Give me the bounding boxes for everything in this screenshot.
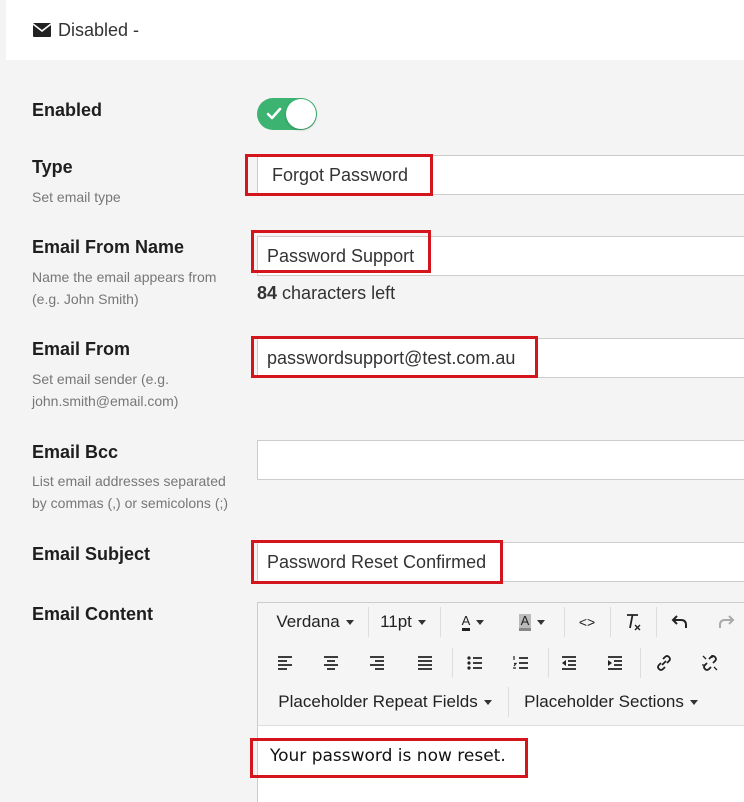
align-right-icon (370, 656, 384, 670)
align-justify-icon (418, 656, 432, 670)
email-from-help-2: john.smith@email.com) (32, 393, 179, 409)
toggle-knob (286, 99, 316, 129)
email-bcc-input[interactable] (257, 440, 744, 480)
unlink-icon (702, 655, 718, 671)
email-bcc-label: Email Bcc (32, 442, 119, 462)
from-name-input[interactable]: Password Support (257, 236, 744, 276)
remove-link-button[interactable] (690, 646, 730, 680)
editor-content-area[interactable]: Your password is now reset. (258, 726, 744, 802)
chevron-down-icon (689, 699, 698, 705)
text-color-button[interactable]: A (448, 605, 498, 639)
undo-button[interactable] (660, 605, 700, 639)
envelope-icon (33, 23, 51, 37)
email-from-value: passwordsupport@test.com.au (267, 347, 516, 368)
chevron-down-icon (483, 699, 492, 705)
subject-input[interactable]: Password Reset Confirmed (257, 542, 744, 582)
chars-left-counter: 84 characters left (257, 283, 395, 304)
bullet-list-button[interactable] (456, 646, 494, 680)
chevron-down-icon (345, 619, 354, 625)
email-from-label: Email From (32, 339, 131, 359)
enabled-label: Enabled (32, 100, 103, 120)
from-name-help-1: Name the email appears from (32, 269, 217, 285)
indent-icon (608, 656, 622, 670)
placeholder-sections-dropdown[interactable]: Placeholder Sections (514, 685, 708, 719)
align-center-icon (324, 656, 338, 670)
email-bcc-help-2: by commas (,) or semicolons (;) (32, 495, 229, 511)
placeholder-repeat-fields-dropdown[interactable]: Placeholder Repeat Fields (266, 685, 504, 719)
clear-format-button[interactable] (614, 605, 652, 639)
undo-icon (671, 615, 687, 628)
clear-format-icon (627, 614, 641, 631)
redo-button[interactable] (706, 605, 744, 639)
align-justify-button[interactable] (406, 646, 444, 680)
source-code-button[interactable]: <> (568, 605, 606, 639)
email-from-input[interactable]: passwordsupport@test.com.au (257, 338, 744, 378)
type-select[interactable]: Forgot Password (257, 155, 744, 195)
align-left-icon (278, 656, 292, 670)
chevron-down-icon (417, 619, 426, 625)
bullet-list-icon (467, 656, 482, 670)
font-size-select[interactable]: 11pt (372, 605, 434, 639)
numbered-list-button[interactable] (502, 646, 540, 680)
outdent-button[interactable] (550, 646, 588, 680)
link-icon (657, 655, 671, 671)
font-family-value: Verdana (276, 612, 340, 631)
highlight-color-button[interactable]: A (506, 605, 558, 639)
font-family-select[interactable]: Verdana (266, 605, 364, 639)
editor-content-text: Your password is now reset. (270, 746, 506, 766)
panel-title: Disabled - (58, 19, 140, 40)
code-icon: <> (578, 614, 596, 630)
outdent-icon (562, 656, 576, 670)
highlight-color-icon: A (518, 613, 532, 631)
subject-value: Password Reset Confirmed (267, 551, 487, 572)
from-name-help-2: (e.g. John Smith) (32, 291, 139, 307)
type-help: Set email type (32, 189, 121, 205)
chars-left-number: 84 (257, 283, 278, 303)
align-center-button[interactable] (312, 646, 350, 680)
placeholder-sections-label: Placeholder Sections (524, 692, 684, 711)
font-size-value: 11pt (380, 612, 412, 631)
align-left-button[interactable] (266, 646, 304, 680)
chevron-down-icon (537, 619, 546, 625)
from-name-value: Password Support (267, 245, 415, 266)
enabled-toggle[interactable] (257, 98, 317, 130)
subject-label: Email Subject (32, 544, 151, 564)
check-icon (266, 107, 282, 120)
email-bcc-help-1: List email addresses separated (32, 473, 226, 489)
align-right-button[interactable] (358, 646, 396, 680)
insert-link-button[interactable] (644, 646, 684, 680)
indent-button[interactable] (596, 646, 634, 680)
chars-left-text: characters left (282, 283, 396, 303)
type-label: Type (32, 157, 73, 177)
placeholder-repeat-label: Placeholder Repeat Fields (278, 692, 478, 711)
content-label: Email Content (32, 604, 154, 624)
email-from-help-1: Set email sender (e.g. (32, 371, 169, 387)
chevron-down-icon (476, 619, 485, 625)
panel-header: Disabled - (6, 0, 744, 60)
redo-icon (719, 615, 735, 628)
rich-text-editor: Verdana 11pt A A <> Placeholder Repeat F… (257, 602, 744, 802)
editor-toolbar: Verdana 11pt A A <> Placeholder Repeat F… (258, 603, 744, 726)
type-value: Forgot Password (272, 164, 409, 185)
text-color-icon: A (461, 613, 471, 631)
numbered-list-icon (513, 656, 528, 669)
from-name-label: Email From Name (32, 237, 185, 257)
